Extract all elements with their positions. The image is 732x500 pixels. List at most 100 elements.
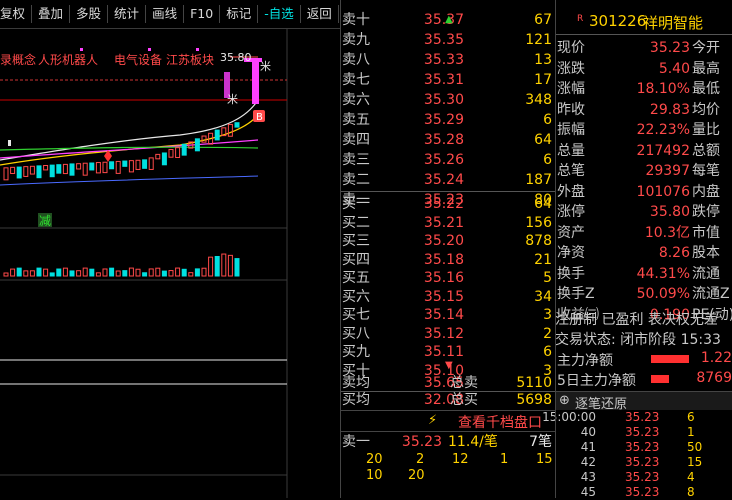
price-axis-label: 35.00 [305,52,340,66]
bid-label: 买六 [342,288,370,305]
bid-price: 35.22 [423,196,464,212]
bid-price: 35.11 [423,344,464,360]
ask-row[interactable]: 卖二 35.24 187 [340,170,555,190]
f10-button[interactable]: F10 [184,5,221,23]
tick-time: 41 [580,440,596,454]
ask-price: 35.28 [423,132,464,148]
buy-marker: B [256,112,263,123]
jian-label: 减 [39,214,51,228]
bid-label: 买九 [342,344,370,360]
draw-line-button[interactable]: 画线 [146,5,185,23]
fuquan-button[interactable]: 复权 [0,5,33,23]
ask-price: 35.37 [423,12,464,28]
bid-volume: 5 [543,270,552,286]
tick-price: 35.23 [625,470,660,484]
ask-volume: 13 [534,52,552,68]
stat-label-2: 跌停 [692,204,720,220]
ask-row[interactable]: 卖三 35.26 6 [340,150,555,170]
bid-row[interactable]: 买五 35.16 5 [340,268,555,288]
ask-row[interactable]: 卖五 35.29 6 [340,110,555,130]
stat-value: 35.23 [649,40,690,56]
stat-label-2: 市值 [692,224,720,241]
volume-bar [95,272,101,277]
concept-tag-4[interactable]: 江苏板块 [166,53,214,67]
r-badge: R [577,14,584,24]
concept-tag-3[interactable]: 电气设备 [114,52,162,67]
ask-row[interactable]: 卖四 35.28 64 [340,130,555,150]
ask-volume: 6 [543,152,552,168]
candle [168,148,174,158]
panel-border [555,0,556,498]
tick-header[interactable]: ⊕ 逐笔还原 [555,391,732,412]
mark-button[interactable]: 标记 [220,5,259,23]
statistics-button[interactable]: 统计 [108,5,147,23]
volume-bar [102,268,108,277]
ask-price: 35.35 [423,32,464,48]
watchlist-button[interactable]: -自选 [258,5,301,23]
thousand-level-bar: ⚡ 查看千档盘口 [340,410,555,431]
volume-bar [23,270,29,277]
stat-label: 资产 [557,224,585,241]
indicator-axis-label: 0.45 [308,365,337,379]
overlay-button[interactable]: 叠加 [32,5,71,23]
stock-header: R 301226 祥明智能 [555,12,732,32]
tick-time: 40 [580,425,596,439]
limit-candle-2 [252,58,259,104]
ask-row[interactable]: 卖九 35.35 121 [340,30,555,50]
bid-label: 买四 [342,251,370,268]
ask-row[interactable]: 卖七 35.31 17 [340,70,555,90]
kline-chart[interactable]: B 35.80 米 米 录概念 人形机器人 电气设备 江苏板块 减 35.00 … [0,28,340,498]
volume-bar [3,272,9,277]
volume-bar [208,256,214,277]
panel-border [340,0,341,498]
bid-price: 35.21 [423,214,464,231]
volume-bar [56,268,62,277]
ask-row[interactable]: 卖八 35.33 13 [340,50,555,70]
ask-label: 卖四 [342,132,370,148]
indicator-axis-label: 0.00 [308,411,337,425]
bid-row[interactable]: 买四 35.18 21 [340,250,555,270]
main5-net-row: 5日主力净额 8769 [557,370,732,389]
stat-label-2: 最低 [692,81,720,97]
tag-dot [148,48,151,51]
bid-row[interactable]: 买六 35.15 34 [340,287,555,307]
stat-label: 净资 [557,245,585,261]
indicator-axis-label: 0.00 [308,457,337,471]
bid-volume: 878 [525,233,552,249]
bid-row[interactable]: 买三 35.20 878 [340,231,555,251]
concept-tag-2[interactable]: 人形机器人 [38,53,98,67]
bid-row[interactable]: 买一 35.22 64 [340,194,555,214]
stat-label-2: 流通 [692,265,720,282]
volume-bar [76,270,82,277]
stat-row: 外盘 101076 内盘 [555,182,732,202]
candle [56,164,62,174]
volume-bar [155,267,161,277]
back-button[interactable]: 返回 [301,5,339,23]
volume-bar [109,267,115,277]
bid-row[interactable]: 买八 35.12 2 [340,324,555,344]
multi-stock-button[interactable]: 多股 [70,5,109,23]
stat-row: 涨幅 18.10% 最低 [555,79,732,99]
bid-row[interactable]: 买九 35.11 6 [340,342,555,362]
volume-bar [16,267,22,277]
ask-price: 35.26 [423,152,464,168]
candle [161,152,167,166]
ask-row[interactable]: 卖六 35.30 348 [340,90,555,110]
up-arrow-icon: ▲ [445,14,453,25]
ask-label: 卖六 [342,92,370,108]
volume-bar [89,268,95,277]
ask-volume: 6 [543,112,552,128]
stat-value: 29.83 [649,101,690,118]
volume-bar [43,268,49,277]
volume-bar [188,272,194,277]
candle [181,143,187,156]
concept-tag-1[interactable]: 录概念 [0,52,36,67]
bid-row[interactable]: 买七 35.14 3 [340,305,555,325]
thousand-level-button[interactable]: 查看千档盘口 [458,412,542,432]
stat-value: 101076 [636,183,690,200]
ask-label: 卖三 [342,152,370,168]
stat-value: 29397 [645,163,690,179]
avg-buy-row: 买均 32.08 总买 5698 [342,392,552,408]
bid-row[interactable]: 买二 35.21 156 [340,213,555,233]
stock-name: 祥明智能 [643,14,704,32]
